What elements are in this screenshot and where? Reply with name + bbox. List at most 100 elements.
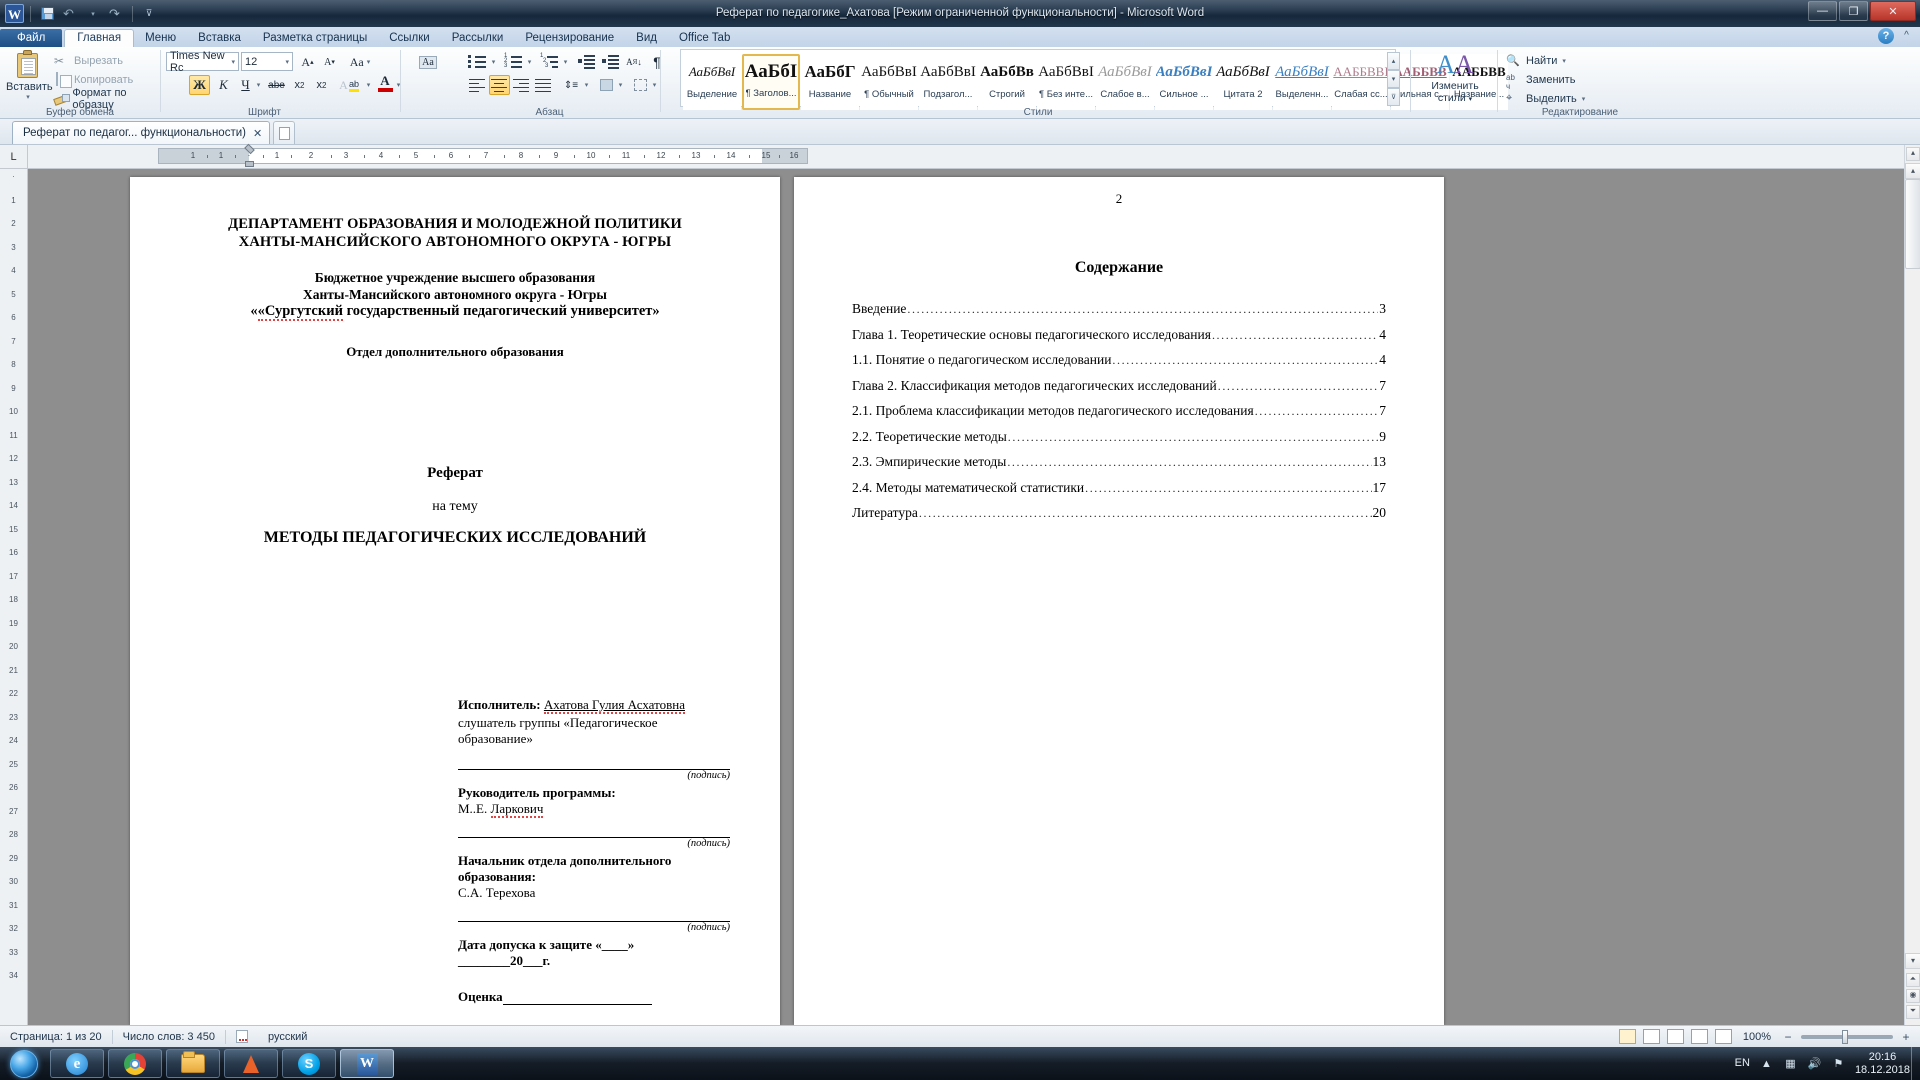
action-center-icon[interactable]: ⚑ — [1831, 1056, 1846, 1071]
show-formatting-marks-icon[interactable]: ¶ — [648, 52, 666, 72]
zoom-in-button[interactable]: + — [1900, 1030, 1912, 1044]
word-count[interactable]: Число слов: 3 450 — [113, 1031, 225, 1043]
toc-row[interactable]: 2.3. Эмпирические методы ...............… — [852, 454, 1386, 470]
minimize-ribbon-icon[interactable]: ^ — [1899, 29, 1914, 43]
style-item-9[interactable]: АаБбВвI Цитата 2 — [1214, 54, 1272, 110]
font-size-box[interactable]: 12 ▾ — [241, 52, 293, 71]
previous-page-icon[interactable]: ⏶ — [1906, 973, 1920, 987]
change-styles-button[interactable]: AA Изменить стили ▾ — [1415, 50, 1495, 106]
select-button[interactable]: ⌖ Выделить ▾ — [1506, 89, 1585, 108]
style-item-1[interactable]: АаБбІ ¶ Заголов... — [742, 54, 800, 110]
paste-button[interactable]: Вставить ▾ — [6, 50, 53, 101]
grow-font-icon[interactable]: A ▴ — [297, 52, 318, 72]
zoom-slider-thumb[interactable] — [1842, 1029, 1848, 1044]
style-item-5[interactable]: АаБбВв Строгий — [978, 54, 1036, 110]
strikethrough-button[interactable]: abe — [266, 75, 287, 95]
style-item-3[interactable]: АаБбВвI ¶ Обычный — [860, 54, 918, 110]
show-desktop-button[interactable] — [1911, 1047, 1920, 1080]
subscript-button[interactable]: x2 — [289, 75, 310, 95]
superscript-button[interactable]: x2 — [311, 75, 332, 95]
style-item-11[interactable]: ААББВВI Слабая сс... — [1332, 54, 1390, 110]
show-hidden-icons-icon[interactable]: ▲ — [1759, 1056, 1774, 1071]
clear-formatting-icon[interactable]: Aa — [410, 52, 446, 72]
zoom-level[interactable]: 100% — [1739, 1031, 1775, 1043]
language-indicator[interactable]: русский — [258, 1031, 317, 1043]
tab-references[interactable]: Ссылки — [378, 30, 441, 47]
full-screen-reading-view-icon[interactable] — [1642, 1029, 1660, 1044]
toc-row[interactable]: Литература .............................… — [852, 505, 1386, 521]
cut-button[interactable]: ✂ Вырезать — [54, 51, 160, 70]
line-spacing-dropdown-icon[interactable]: ▾ — [582, 75, 591, 95]
toc-row[interactable]: Введение ...............................… — [852, 301, 1386, 317]
document-page-2[interactable]: 2 Содержание Введение ..................… — [794, 177, 1444, 1025]
taskbar-skype[interactable]: S — [282, 1049, 336, 1078]
tab-selector-icon[interactable]: L — [0, 145, 28, 169]
toc-row[interactable]: Глава 2. Классификация методов педагогич… — [852, 378, 1386, 394]
underline-dropdown-icon[interactable]: ▾ — [254, 75, 263, 95]
clock[interactable]: 20:16 18.12.2018 — [1855, 1051, 1910, 1077]
taskbar-internet-explorer[interactable]: e — [50, 1049, 104, 1078]
replace-button[interactable]: ab ч Заменить — [1506, 70, 1585, 91]
highlight-color-icon[interactable]: ab — [344, 75, 364, 95]
sort-icon[interactable]: A Я ↓ — [624, 52, 644, 72]
shading-dropdown-icon[interactable]: ▾ — [616, 75, 625, 95]
scroll-down-icon[interactable]: ▾ — [1905, 953, 1920, 969]
style-item-7[interactable]: АаБбВвI Слабое в... — [1096, 54, 1154, 110]
bullet-list-dropdown-icon[interactable]: ▾ — [489, 52, 498, 72]
vertical-scrollbar[interactable]: ▴ ▴ ▾ ⏶ ◉ ⏷ — [1904, 145, 1920, 1025]
align-left-icon[interactable] — [467, 75, 488, 95]
select-browse-object-icon[interactable]: ◉ — [1906, 989, 1920, 1003]
split-window-icon[interactable]: ▴ — [1906, 147, 1920, 161]
increase-indent-icon[interactable] — [600, 52, 622, 72]
save-icon[interactable] — [37, 4, 57, 24]
customize-qat-icon[interactable]: ⊽ — [139, 4, 159, 24]
align-center-icon[interactable] — [489, 75, 510, 95]
tab-home[interactable]: Главная — [64, 29, 135, 47]
format-painter-button[interactable]: Формат по образцу — [54, 87, 160, 111]
find-button[interactable]: 🔍 Найти ▾ — [1506, 51, 1585, 70]
document-page-1[interactable]: ДЕПАРТАМЕНТ ОБРАЗОВАНИЯ И МОЛОДЕЖНОЙ ПОЛ… — [130, 177, 780, 1025]
horizontal-ruler[interactable]: 11 · 1 2 3 4 5 6 7 8 9 10 11 12 13 14 15 — [158, 143, 808, 167]
undo-icon[interactable]: ↶ — [60, 4, 80, 24]
decrease-indent-icon[interactable] — [576, 52, 598, 72]
redo-icon[interactable]: ↷ — [106, 4, 126, 24]
borders-dropdown-icon[interactable]: ▾ — [650, 75, 659, 95]
toc-row[interactable]: 2.1. Проблема классификации методов педа… — [852, 403, 1386, 419]
taskbar-google-chrome[interactable] — [108, 1049, 162, 1078]
zoom-out-button[interactable]: − — [1782, 1030, 1794, 1044]
taskbar-vlc[interactable] — [224, 1049, 278, 1078]
paste-dropdown-icon[interactable]: ▾ — [6, 93, 50, 101]
style-item-10[interactable]: АаБбВвI Выделенн... — [1273, 54, 1331, 110]
numbered-list-dropdown-icon[interactable]: ▾ — [525, 52, 534, 72]
proofing-errors-icon[interactable] — [226, 1030, 258, 1043]
next-page-icon[interactable]: ⏷ — [1906, 1005, 1920, 1019]
tab-file[interactable]: Файл — [0, 29, 63, 47]
draft-view-icon[interactable] — [1714, 1029, 1732, 1044]
restore-button[interactable]: ❐ — [1839, 1, 1868, 21]
multilevel-list-icon[interactable]: 123 — [539, 52, 561, 72]
minimize-button[interactable]: — — [1808, 1, 1837, 21]
numbered-list-icon[interactable]: 123 — [503, 52, 525, 72]
toc-row[interactable]: Глава 1. Теоретические основы педагогиче… — [852, 327, 1386, 343]
tab-view[interactable]: Вид — [625, 30, 668, 47]
help-icon[interactable]: ? — [1878, 28, 1894, 44]
document-tab[interactable]: Реферат по педагог... функциональности) … — [12, 121, 271, 144]
style-item-0[interactable]: АаБбВвI Выделение — [683, 54, 741, 110]
highlight-dropdown-icon[interactable]: ▾ — [364, 75, 373, 95]
shrink-font-icon[interactable]: A ▾ — [319, 52, 340, 72]
style-item-6[interactable]: АаБбВвI ¶ Без инте... — [1037, 54, 1095, 110]
justify-icon[interactable] — [533, 75, 554, 95]
shading-icon[interactable] — [596, 75, 616, 95]
italic-button[interactable]: К — [213, 75, 234, 95]
new-document-icon[interactable] — [273, 121, 296, 144]
start-button[interactable] — [2, 1048, 46, 1079]
borders-icon[interactable] — [630, 75, 650, 95]
font-color-icon[interactable]: A — [376, 73, 394, 93]
print-layout-view-icon[interactable] — [1618, 1029, 1636, 1044]
web-layout-view-icon[interactable] — [1666, 1029, 1684, 1044]
align-right-icon[interactable] — [511, 75, 532, 95]
close-icon[interactable]: ✕ — [253, 127, 262, 140]
close-button[interactable]: ✕ — [1870, 1, 1916, 21]
taskbar-microsoft-word[interactable]: W — [340, 1049, 394, 1078]
bullet-list-icon[interactable] — [467, 52, 489, 72]
